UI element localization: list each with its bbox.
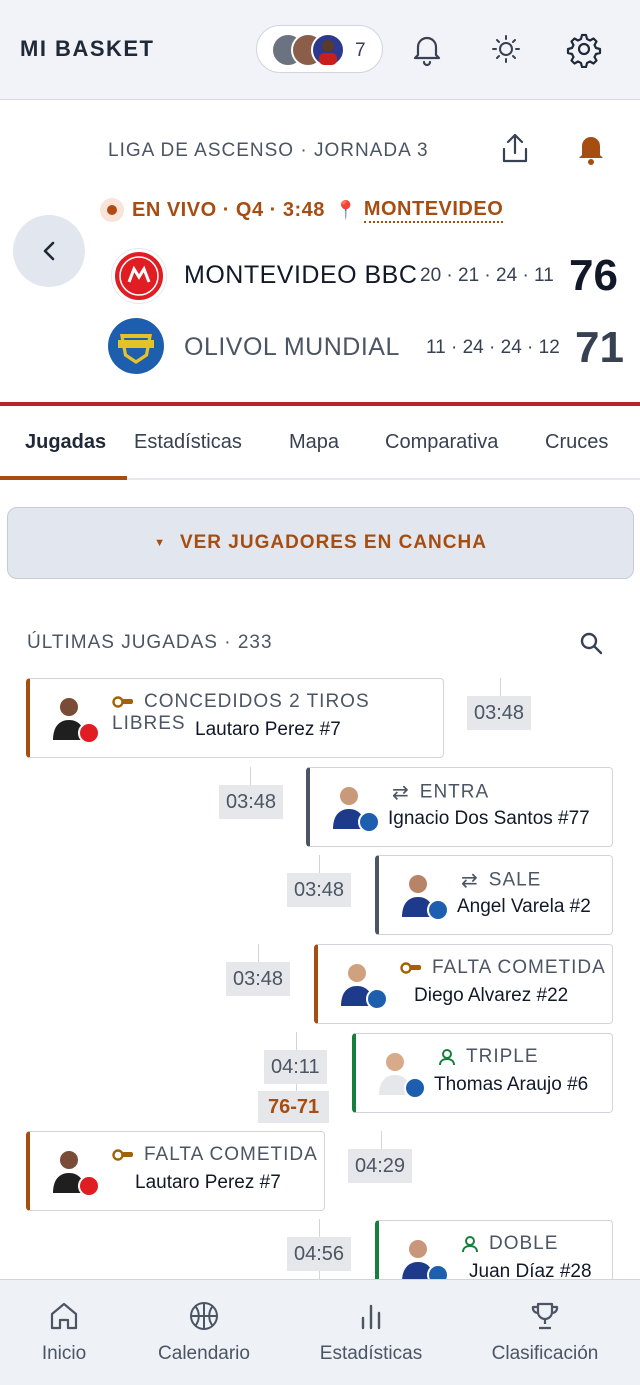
top-bar: MI BASKET 7: [0, 0, 640, 100]
viewers-count: 7: [355, 40, 366, 61]
nav-label: Inicio: [41, 1343, 87, 1364]
running-score: 76-71: [258, 1091, 330, 1123]
play-type: FALTA COMETIDA: [400, 957, 606, 979]
players-on-court-button[interactable]: ▼ VER JUGADORES EN CANCHA: [7, 507, 634, 579]
play-card[interactable]: FALTA COMETIDA Lautaro Perez #7: [26, 1131, 325, 1211]
whistle-icon: [400, 962, 421, 974]
whistle-icon: [112, 1149, 133, 1161]
team-name-away: OLIVOL MUNDIAL: [184, 333, 400, 361]
play-type: ⇄ ENTRA: [392, 781, 490, 804]
play-card[interactable]: CONCEDIDOS 2 TIROS LIBRES Lautaro Perez …: [26, 678, 444, 758]
nav-label: Clasificación: [491, 1343, 599, 1364]
tab-cruces[interactable]: Cruces: [545, 431, 608, 454]
play-player: Thomas Araujo #6: [434, 1074, 589, 1095]
team-badge-icon: [366, 988, 388, 1010]
app-brand: MI BASKET: [20, 36, 155, 61]
nav-calendario[interactable]: Calendario: [140, 1280, 268, 1385]
play-time: 04:56: [287, 1237, 352, 1271]
team-badge-icon: [404, 1077, 426, 1099]
whistle-icon: [112, 696, 133, 708]
match-alert-bell-icon[interactable]: [574, 131, 608, 167]
basketball-icon: [190, 1302, 218, 1330]
swap-icon: ⇄: [461, 870, 479, 892]
play-card[interactable]: FALTA COMETIDA Diego Alvarez #22: [314, 944, 613, 1024]
notifications-bell-icon[interactable]: [408, 30, 446, 68]
montevideo-bbc-logo: [112, 249, 166, 303]
team-badge-icon: [78, 722, 100, 744]
score-home: 76: [569, 251, 618, 300]
quarters-home: 20 · 21 · 24 · 11: [420, 265, 554, 286]
play-type: ⇄ SALE: [461, 869, 542, 892]
live-status: EN VIVO · Q4 · 3:48: [132, 198, 325, 221]
viewers-pill[interactable]: 7: [256, 25, 383, 73]
settings-gear-icon[interactable]: [565, 30, 603, 69]
play-player: Lautaro Perez #7: [195, 719, 341, 740]
tab-mapa[interactable]: Mapa: [289, 431, 339, 454]
trophy-icon: [531, 1302, 559, 1330]
caret-down-icon: ▼: [154, 537, 166, 549]
play-player: Angel Varela #2: [457, 896, 591, 917]
player-score-icon: [462, 1235, 478, 1253]
location-pin-icon: 📍: [334, 199, 358, 220]
search-icon[interactable]: [578, 630, 604, 656]
players-on-court-label: VER JUGADORES EN CANCHA: [179, 532, 487, 553]
play-player: Ignacio Dos Santos #77: [388, 808, 590, 829]
tab-comparativa[interactable]: Comparativa: [385, 431, 498, 454]
tab-jugadas[interactable]: Jugadas: [25, 431, 106, 454]
play-time: 04:29: [348, 1149, 413, 1183]
play-player: Lautaro Perez #7: [135, 1172, 281, 1193]
score-away: 71: [575, 323, 624, 372]
quarters-away: 11 · 24 · 24 · 12: [426, 337, 560, 358]
play-type: FALTA COMETIDA: [112, 1144, 318, 1166]
play-time: 03:48: [219, 785, 284, 819]
active-tab-indicator: [0, 476, 127, 480]
play-time: 03:48: [287, 873, 352, 907]
plays-section-title: ÚLTIMAS JUGADAS · 233: [27, 632, 273, 653]
app-root: MI BASKET 7 LIGA DE ASCENSO · JORNADA 3 …: [0, 0, 640, 1385]
swap-icon: ⇄: [392, 782, 410, 804]
player-score-icon: [439, 1048, 455, 1066]
nav-clasificacion[interactable]: Clasificación: [474, 1280, 616, 1385]
play-type: DOBLE: [461, 1233, 558, 1255]
team-badge-icon: [427, 899, 449, 921]
play-time: 04:11: [264, 1050, 327, 1084]
play-card[interactable]: ⇄ SALE Angel Varela #2: [375, 855, 613, 935]
play-card[interactable]: TRIPLE Thomas Araujo #6: [352, 1033, 613, 1113]
match-tabs: Jugadas Estadísticas Mapa Comparativa Cr…: [0, 407, 640, 480]
bar-chart-icon: [361, 1304, 381, 1330]
share-icon[interactable]: [498, 131, 532, 167]
play-player: Diego Alvarez #22: [414, 985, 569, 1006]
nav-estadisticas[interactable]: Estadísticas: [300, 1280, 442, 1385]
home-icon: [50, 1302, 78, 1330]
theme-sun-icon[interactable]: [487, 30, 525, 68]
back-button[interactable]: [13, 215, 85, 287]
live-indicator: EN VIVO · Q4 · 3:48 📍 MONTEVIDEO: [100, 196, 504, 224]
team-badge-icon: [78, 1175, 100, 1197]
tab-estadisticas[interactable]: Estadísticas: [134, 431, 242, 454]
play-type: TRIPLE: [438, 1046, 539, 1068]
nav-label: Estadísticas: [319, 1343, 423, 1364]
viewer-avatar: [311, 33, 345, 67]
play-card[interactable]: ⇄ ENTRA Ignacio Dos Santos #77: [306, 767, 613, 847]
play-time: 03:48: [226, 962, 291, 996]
olivol-mundial-logo: [108, 318, 164, 374]
live-dot-icon: [100, 198, 124, 222]
league-round: LIGA DE ASCENSO · JORNADA 3: [108, 140, 429, 161]
play-time: 03:48: [467, 696, 532, 730]
nav-inicio[interactable]: Inicio: [0, 1280, 128, 1385]
bottom-nav: Inicio Calendario Estadísticas Clasifica…: [0, 1279, 640, 1385]
team-name-home: MONTEVIDEO BBC: [184, 261, 418, 289]
nav-label: Calendario: [158, 1343, 250, 1364]
city-link[interactable]: MONTEVIDEO: [363, 198, 504, 223]
team-badge-icon: [358, 811, 380, 833]
